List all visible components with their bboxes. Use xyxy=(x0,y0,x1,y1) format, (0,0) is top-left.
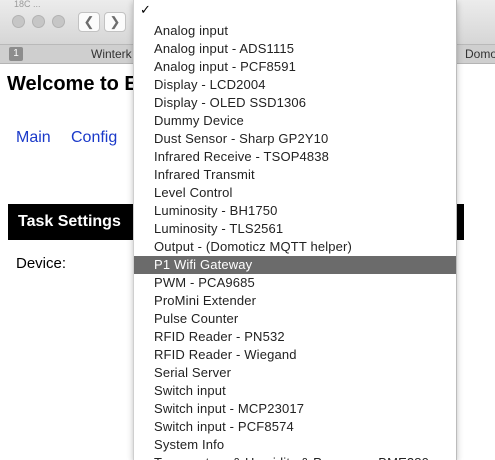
device-option[interactable]: Temperature & Humidity & Pressure - BME2… xyxy=(134,454,456,460)
device-option[interactable]: RFID Reader - PN532 xyxy=(134,328,456,346)
device-option[interactable]: Luminosity - BH1750 xyxy=(134,202,456,220)
device-option[interactable]: Luminosity - TLS2561 xyxy=(134,220,456,238)
device-dropdown-menu: ✓ Analog input Analog input - ADS1115 Anal… xyxy=(133,0,457,460)
tab-winterk[interactable]: Winterk xyxy=(91,47,132,61)
forward-button[interactable]: ❯ xyxy=(104,12,126,32)
section-title: Task Settings xyxy=(18,213,121,230)
tab-strip-text: 18C ... xyxy=(14,0,41,8)
tab-domo[interactable]: Domo xyxy=(465,47,495,61)
tab-count-badge[interactable]: 1 xyxy=(9,47,23,61)
device-option[interactable]: Switch input xyxy=(134,382,456,400)
device-option[interactable]: Analog input - PCF8591 xyxy=(134,58,456,76)
device-option[interactable]: Pulse Counter xyxy=(134,310,456,328)
nav-link-config[interactable]: Config xyxy=(71,129,117,147)
device-option[interactable]: Infrared Transmit xyxy=(134,166,456,184)
device-option[interactable]: System Info xyxy=(134,436,456,454)
device-option[interactable]: Analog input xyxy=(134,22,456,40)
device-option[interactable]: Analog input - ADS1115 xyxy=(134,40,456,58)
device-option[interactable]: Output - (Domoticz MQTT helper) xyxy=(134,238,456,256)
zoom-window-button[interactable] xyxy=(52,15,65,28)
device-option[interactable]: Display - LCD2004 xyxy=(134,76,456,94)
chevron-right-icon: ❯ xyxy=(109,14,121,29)
device-option[interactable]: Dummy Device xyxy=(134,112,456,130)
nav-link-main[interactable]: Main xyxy=(16,129,51,147)
device-option[interactable]: Infrared Receive - TSOP4838 xyxy=(134,148,456,166)
device-option[interactable]: Display - OLED SSD1306 xyxy=(134,94,456,112)
back-button[interactable]: ❮ xyxy=(78,12,100,32)
device-option[interactable]: Level Control xyxy=(134,184,456,202)
device-option[interactable]: PWM - PCA9685 xyxy=(134,274,456,292)
close-window-button[interactable] xyxy=(12,15,25,28)
device-option[interactable]: Dust Sensor - Sharp GP2Y10 xyxy=(134,130,456,148)
device-option[interactable]: P1 Wifi Gateway xyxy=(134,256,456,274)
device-label: Device: xyxy=(16,255,67,272)
device-option[interactable]: ProMini Extender xyxy=(134,292,456,310)
minimize-window-button[interactable] xyxy=(32,15,45,28)
checkmark-icon: ✓ xyxy=(140,2,151,17)
device-option-list: Analog input Analog input - ADS1115 Analog… xyxy=(134,22,456,460)
device-option[interactable]: RFID Reader - Wiegand xyxy=(134,346,456,364)
device-option[interactable]: Serial Server xyxy=(134,364,456,382)
device-option[interactable]: Switch input - MCP23017 xyxy=(134,400,456,418)
device-option[interactable]: Switch input - PCF8574 xyxy=(134,418,456,436)
chevron-left-icon: ❮ xyxy=(83,14,95,29)
